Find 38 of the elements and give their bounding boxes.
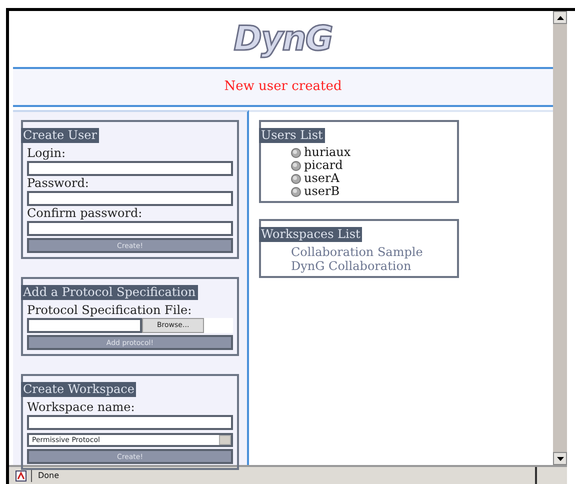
scroll-down-button[interactable] <box>553 452 567 465</box>
user-item[interactable]: huriaux <box>291 146 457 159</box>
user-name: userB <box>304 185 340 198</box>
down-arrow-icon <box>556 456 564 460</box>
field-label: Login: <box>27 146 66 161</box>
panel-title: Users List <box>259 128 325 143</box>
user-item[interactable]: userA <box>291 172 457 185</box>
document-icon <box>15 470 27 482</box>
user-icon <box>291 148 301 158</box>
field-label: Password: <box>27 176 90 191</box>
panel-title: Create Workspace <box>21 382 136 397</box>
workspace-link[interactable]: DynG Collaboration <box>291 259 457 273</box>
panel-title: Workspaces List <box>259 227 362 242</box>
scroll-up-button[interactable] <box>553 11 567 24</box>
scrollbar[interactable] <box>553 11 567 465</box>
user-icon <box>291 186 301 196</box>
field-label: Confirm password: <box>27 206 144 221</box>
input-field[interactable] <box>27 161 233 176</box>
status-message: New user created <box>224 78 342 96</box>
input-field[interactable] <box>27 415 233 430</box>
user-icon <box>291 174 301 184</box>
user-name: userA <box>304 172 340 185</box>
input-field[interactable] <box>27 191 233 206</box>
user-icon <box>291 160 301 170</box>
up-arrow-icon <box>556 16 564 20</box>
field-label: Protocol Specification File: <box>27 303 193 318</box>
input-field[interactable] <box>27 221 233 236</box>
user-item[interactable]: picard <box>291 159 457 172</box>
workspace-link[interactable]: Collaboration Sample <box>291 245 457 259</box>
status-text: Done <box>31 470 535 482</box>
user-item[interactable]: userB <box>291 185 457 198</box>
logo: DynG <box>234 22 332 56</box>
panel-title: Add a Protocol Specification <box>21 285 198 300</box>
user-name: picard <box>304 159 343 172</box>
file-field[interactable] <box>27 318 142 333</box>
panel-title: Create User <box>21 128 100 143</box>
field-label: Workspace name: <box>27 400 136 415</box>
user-name: huriaux <box>304 146 351 159</box>
